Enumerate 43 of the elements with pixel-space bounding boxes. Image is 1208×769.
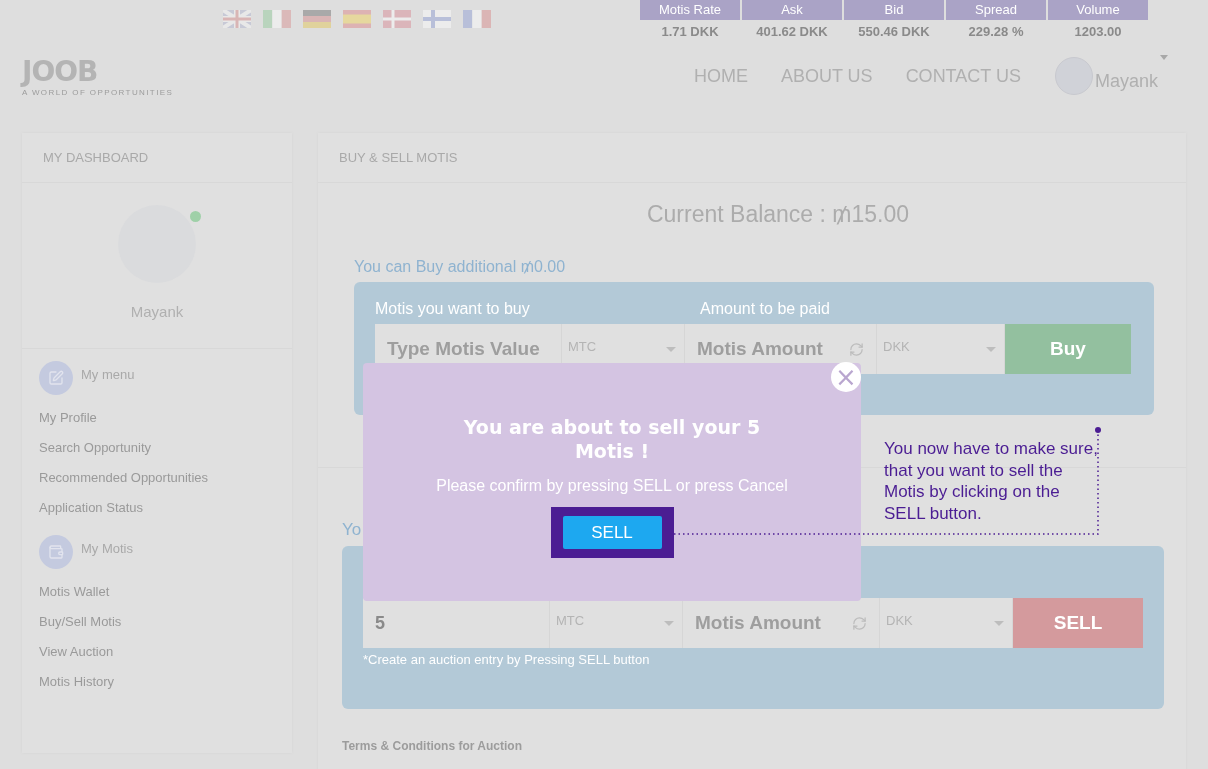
flag-icon[interactable] — [423, 10, 451, 28]
rate-header: Motis Rate — [640, 0, 740, 20]
buy-limit-note: You can Buy additional ₥0.00 — [354, 258, 567, 276]
sidebar-item[interactable]: Motis History — [22, 667, 292, 697]
flag-icon[interactable] — [263, 10, 291, 28]
rate-header: Volume — [1048, 0, 1148, 20]
refresh-icon[interactable] — [849, 341, 864, 357]
sidebar-item[interactable]: My Profile — [22, 403, 292, 433]
motis-input[interactable]: 5 — [363, 598, 550, 648]
rate-header: Bid — [844, 0, 944, 20]
sidebar-item[interactable]: Buy/Sell Motis — [22, 607, 292, 637]
terms-heading: Terms & Conditions for Auction — [342, 739, 523, 753]
sidebar-item[interactable]: Application Status — [22, 493, 292, 523]
rate-header: Ask — [742, 0, 842, 20]
amount-field[interactable]: Motis Amount — [683, 598, 880, 648]
sidebar-item[interactable]: Search Opportunity — [22, 433, 292, 463]
flag-icon[interactable] — [223, 10, 251, 28]
sidebar-item[interactable]: Motis Wallet — [22, 577, 292, 607]
sidebar-item[interactable]: View Auction — [22, 637, 292, 667]
auction-note: *Create an auction entry by Pressing SELL button — [363, 652, 651, 667]
wallet-icon — [48, 544, 64, 560]
sidebar-item[interactable]: Recommended Opportunities — [22, 463, 292, 493]
rate-value: 401.62 DKK — [755, 23, 829, 41]
rate-header: Spread — [946, 0, 1046, 20]
sell-heading: Yo — [342, 520, 362, 540]
rate-value: 229.28 % — [967, 23, 1025, 41]
flag-icon[interactable] — [463, 10, 491, 28]
sell-button[interactable]: SELL — [562, 516, 662, 549]
dialog-message: Please confirm by pressing SELL or press Cancel — [436, 477, 788, 495]
field-label: Amount to be paid — [700, 300, 831, 318]
dialog-title: You are about to sell your 5 Motis ! — [462, 415, 762, 463]
field-label: Motis you want to buy — [375, 300, 531, 318]
sell-button[interactable]: SELL — [1013, 598, 1143, 648]
rate-value: 550.46 DKK — [857, 23, 931, 41]
flag-icon[interactable] — [343, 10, 371, 28]
rate-value: 1203.00 — [1073, 23, 1123, 41]
buy-button[interactable]: Buy — [1005, 324, 1131, 374]
caret-icon[interactable] — [1160, 55, 1168, 60]
callout-text: You now have to make sure, that you want to sell the Motis by clicking on the SELL button. — [884, 438, 1098, 524]
rate-value: 1.71 DKK — [660, 23, 720, 41]
flag-icon[interactable] — [303, 10, 331, 28]
refresh-icon[interactable] — [852, 615, 867, 631]
edit-icon — [48, 370, 64, 386]
